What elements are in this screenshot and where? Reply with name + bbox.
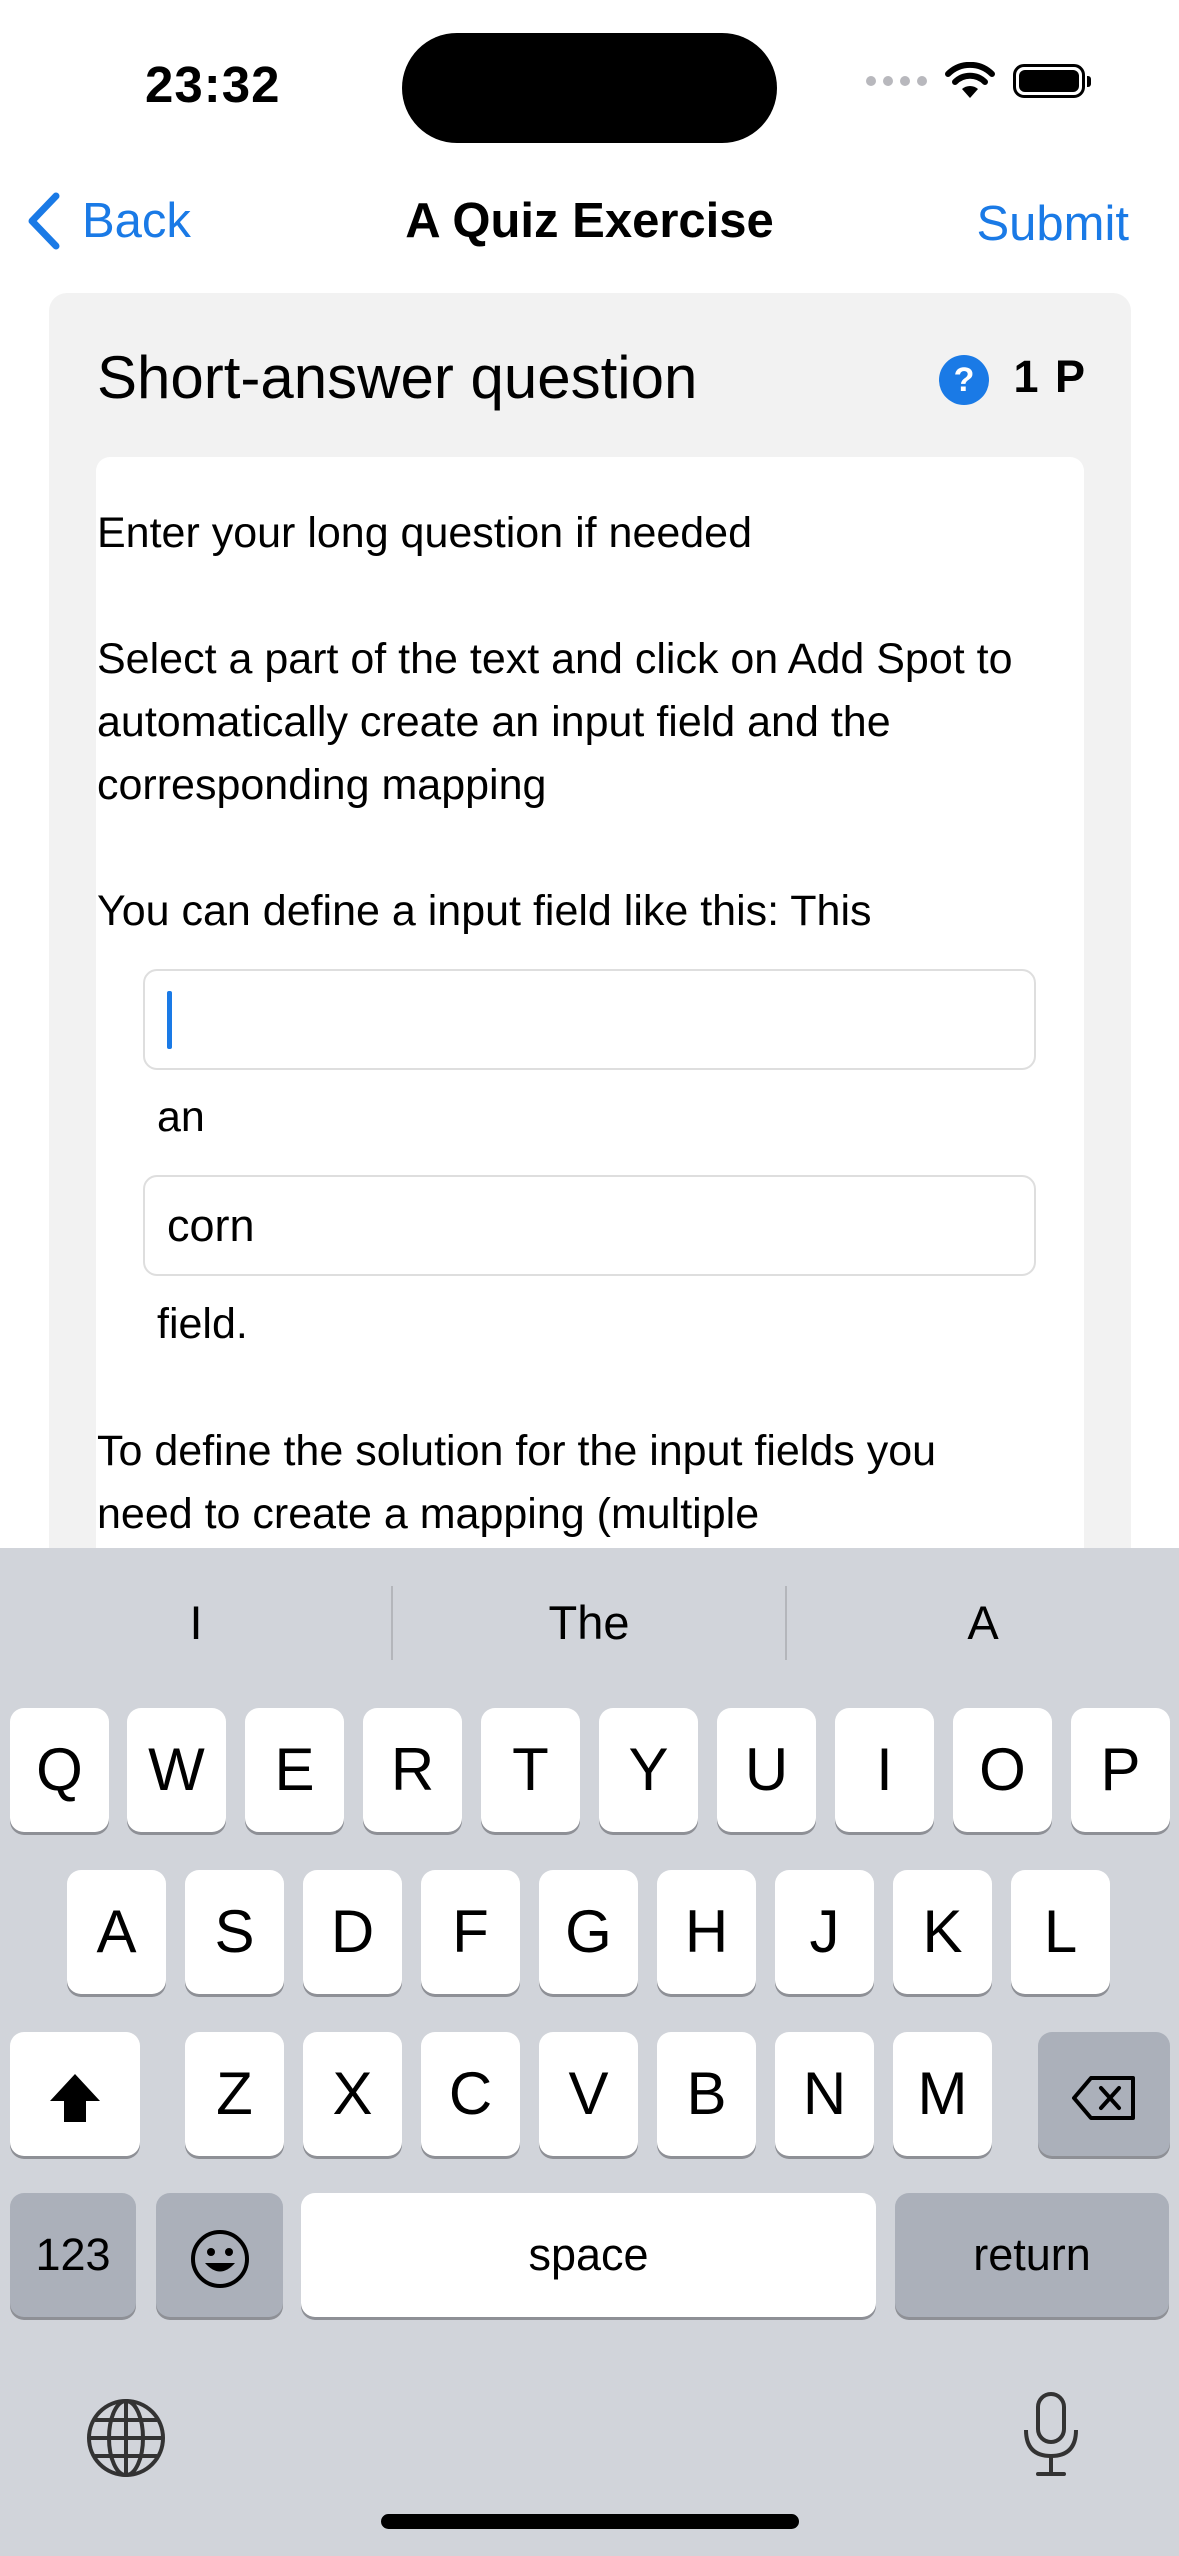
key-h[interactable]: H xyxy=(657,1870,756,1994)
key-b[interactable]: B xyxy=(657,2032,756,2156)
delete-key[interactable] xyxy=(1038,2032,1170,2156)
answer-input-value: corn xyxy=(167,1200,255,1251)
key-d[interactable]: D xyxy=(303,1870,402,1994)
key-t[interactable]: T xyxy=(481,1708,580,1832)
key-x[interactable]: X xyxy=(303,2032,402,2156)
key-e[interactable]: E xyxy=(245,1708,344,1832)
key-p[interactable]: P xyxy=(1071,1708,1170,1832)
key-u[interactable]: U xyxy=(717,1708,816,1832)
delete-backspace-icon xyxy=(1072,2076,1135,2121)
space-key[interactable]: space xyxy=(301,2193,876,2317)
key-s[interactable]: S xyxy=(185,1870,284,1994)
key-m[interactable]: M xyxy=(893,2032,992,2156)
question-text-word: field. xyxy=(157,1300,248,1348)
key-a[interactable]: A xyxy=(67,1870,166,1994)
status-icons xyxy=(866,62,1091,100)
key-o[interactable]: O xyxy=(953,1708,1052,1832)
shift-key[interactable] xyxy=(10,2032,140,2156)
emoji-key[interactable] xyxy=(156,2193,283,2317)
key-y[interactable]: Y xyxy=(599,1708,698,1832)
key-j[interactable]: J xyxy=(775,1870,874,1994)
suggestion-item[interactable]: I xyxy=(0,1548,392,1698)
cellular-signal-icon xyxy=(866,76,927,86)
keyboard: I The A Q W E R T Y U I O P A S D F G H … xyxy=(0,1548,1179,2556)
battery-icon xyxy=(1013,64,1091,98)
wifi-icon xyxy=(945,62,995,98)
home-indicator[interactable] xyxy=(381,2514,799,2529)
shift-icon xyxy=(50,2074,100,2123)
key-r[interactable]: R xyxy=(363,1708,462,1832)
key-w[interactable]: W xyxy=(127,1708,226,1832)
question-text-line: Enter your long question if needed xyxy=(97,509,753,557)
question-card: Short-answer question ? 1 P xyxy=(49,293,1131,1657)
help-icon[interactable]: ? xyxy=(939,355,989,405)
key-f[interactable]: F xyxy=(421,1870,520,1994)
question-text-paragraph: To define the solution for the input fie… xyxy=(97,1427,937,1538)
key-q[interactable]: Q xyxy=(10,1708,109,1832)
text-caret xyxy=(167,991,172,1049)
points-badge: 1 P xyxy=(1013,351,1087,402)
answer-input-field[interactable]: corn xyxy=(143,1175,1036,1276)
question-text-line: You can define a input field like this: … xyxy=(97,887,872,935)
key-n[interactable]: N xyxy=(775,2032,874,2156)
answer-input-field[interactable] xyxy=(143,969,1036,1070)
key-l[interactable]: L xyxy=(1011,1870,1110,1994)
microphone-icon[interactable] xyxy=(1020,2390,1082,2480)
question-text-word: an xyxy=(157,1093,205,1141)
emoji-icon xyxy=(190,2230,249,2289)
suggestion-item[interactable]: The xyxy=(393,1548,785,1698)
key-v[interactable]: V xyxy=(539,2032,638,2156)
return-key[interactable]: return xyxy=(895,2193,1169,2317)
submit-button[interactable]: Submit xyxy=(976,196,1129,252)
key-i[interactable]: I xyxy=(835,1708,934,1832)
key-c[interactable]: C xyxy=(421,2032,520,2156)
status-time: 23:32 xyxy=(145,56,281,113)
numbers-key[interactable]: 123 xyxy=(10,2193,136,2317)
dynamic-island xyxy=(402,33,777,143)
key-g[interactable]: G xyxy=(539,1870,638,1994)
question-text-paragraph: Select a part of the text and click on A… xyxy=(97,635,1013,809)
key-z[interactable]: Z xyxy=(185,2032,284,2156)
globe-icon[interactable] xyxy=(84,2396,168,2480)
question-type-title: Short-answer question xyxy=(97,344,698,411)
key-k[interactable]: K xyxy=(893,1870,992,1994)
suggestion-item[interactable]: A xyxy=(787,1548,1179,1698)
